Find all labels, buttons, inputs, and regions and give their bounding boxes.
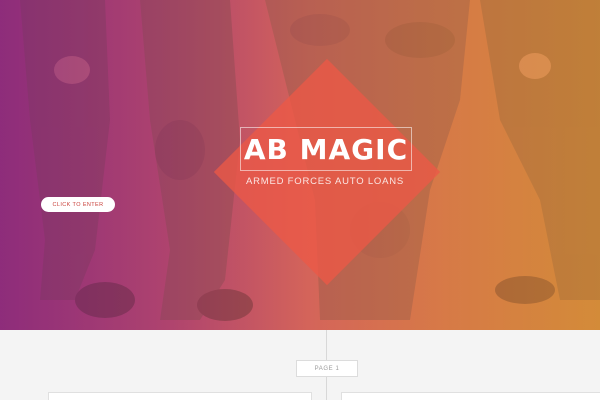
click-to-enter-button[interactable]: CLICK TO ENTER: [41, 197, 115, 212]
brand-subtitle: ARMED FORCES AUTO LOANS: [245, 176, 405, 187]
brand-title: AB MAGIC: [243, 132, 409, 166]
landing-page: AB MAGIC ARMED FORCES AUTO LOANS CLICK T…: [0, 0, 600, 400]
timeline-section: PAGE 1: [0, 330, 600, 400]
page-label: PAGE 1: [296, 360, 358, 377]
timeline-card-left[interactable]: [48, 392, 312, 400]
hero-banner: AB MAGIC ARMED FORCES AUTO LOANS CLICK T…: [0, 0, 600, 330]
timeline-card-right[interactable]: [341, 392, 600, 400]
brand-title-box: AB MAGIC: [240, 127, 412, 171]
